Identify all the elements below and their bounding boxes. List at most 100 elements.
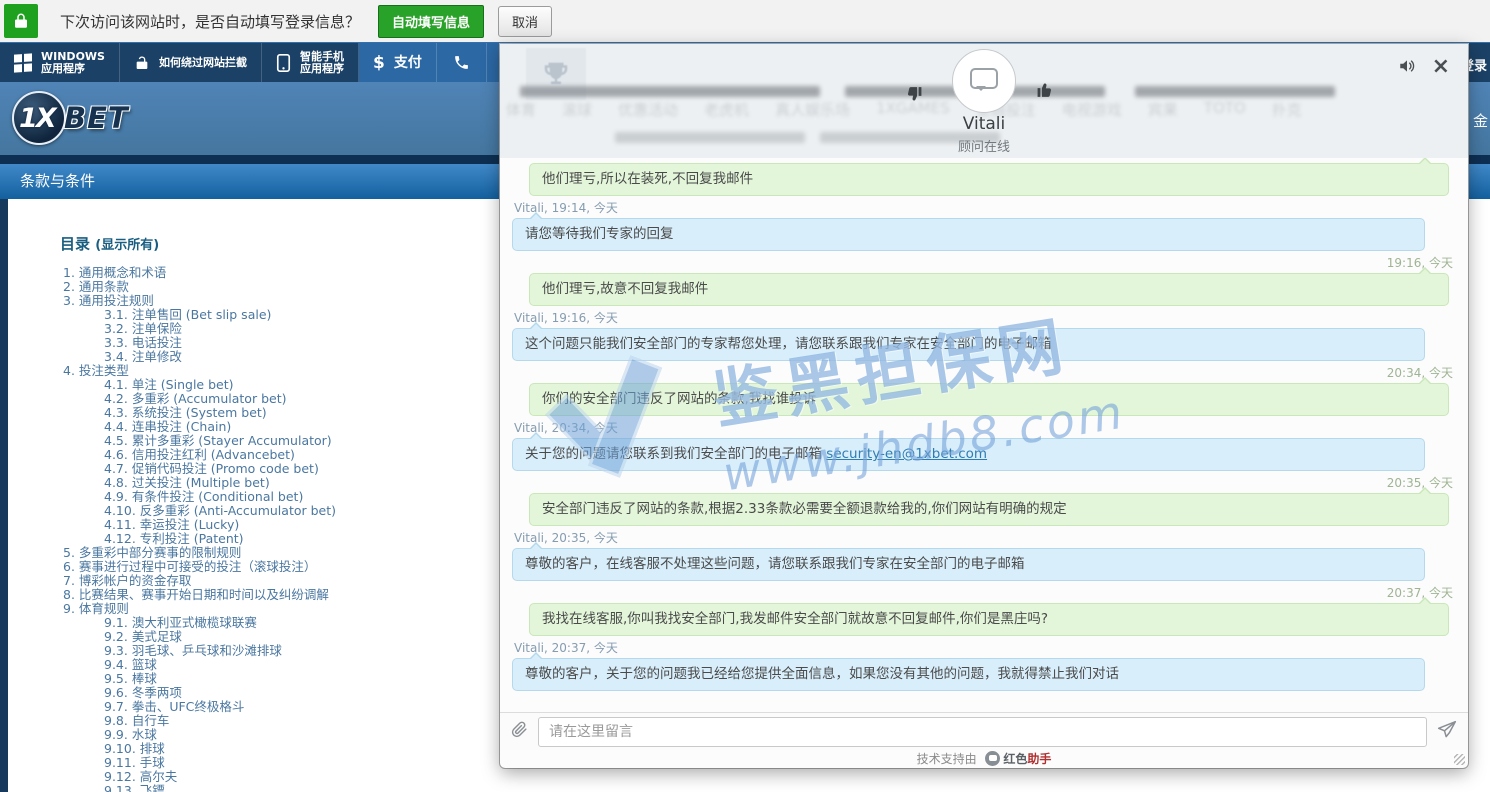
chat-message: 19:16, 今天 他们理亏,故意不回复我邮件 [512,256,1455,306]
lock-icon [4,4,38,38]
toolbar-item-bypass-block[interactable]: 如何绕过网站拦截 [120,43,262,82]
phone-icon [453,54,470,71]
toolbar-item-windows-apps[interactable]: WINDOWS应用程序 [0,43,120,82]
toc-link[interactable]: 9.9. 水球 [63,728,500,742]
toc-list: 1. 通用概念和术语 2. 通用条款 3. 通用投注规则 3.1. 注单售回 (… [63,266,500,792]
toc-link[interactable]: 4.1. 单注 (Single bet) [63,378,500,392]
toc-link[interactable]: 4.3. 系统投注 (System bet) [63,406,500,420]
toc-link[interactable]: 4.7. 促销代码投注 (Promo code bet) [63,462,500,476]
chat-message: 20:35, 今天 安全部门违反了网站的条款,根据2.33条款必需要全额退款给我… [512,476,1455,526]
brand-name-gray[interactable]: 红色 [1003,752,1027,766]
toc-link[interactable]: 9.8. 自行车 [63,714,500,728]
thumbs-up-icon[interactable] [1036,81,1055,104]
toc-link[interactable]: 9.12. 高尔夫 [63,770,500,784]
attach-file-icon[interactable] [511,720,528,743]
toc-link[interactable]: 9.4. 篮球 [63,658,500,672]
toc-link[interactable]: 9.2. 美式足球 [63,630,500,644]
toc-heading-text: 目录 [60,235,90,253]
toolbar-label: 应用程序 [300,63,344,75]
agent-name: Vitali [500,114,1468,134]
message-timestamp: 20:37, 今天 [514,586,1453,600]
cancel-button[interactable]: 取消 [498,6,552,37]
security-email-link[interactable]: security-en@1xbet.com [826,446,987,462]
toolbar-label: WINDOWS [41,51,105,63]
toc-link[interactable]: 6. 赛事进行过程中可接受的投注（滚球投注） [63,560,500,574]
toc-link[interactable]: 3.3. 电话投注 [63,336,500,350]
chat-message: Vitali, 20:37, 今天 尊敬的客户，关于您的问题我已经给您提供全面信… [512,641,1455,691]
left-page-rail [0,164,8,792]
toolbar-item-mobile-apps[interactable]: 智能手机应用程序 [262,43,359,82]
thumbs-down-icon[interactable] [904,84,923,107]
toc-link[interactable]: 9.10. 排球 [63,742,500,756]
toc-link[interactable]: 2. 通用条款 [63,280,500,294]
toc-show-all-link[interactable]: (显示所有) [95,238,159,253]
toc-link[interactable]: 4.9. 有条件投注 (Conditional bet) [63,490,500,504]
message-bubble: 我找在线客服,你叫我找安全部门,我发邮件安全部门就故意不回复邮件,你们是黑庄吗? [529,603,1449,636]
toolbar-item-payments[interactable]: $ 支付 [359,43,437,82]
close-icon[interactable]: × [1432,57,1450,77]
windows-icon [14,53,32,72]
message-timestamp: Vitali, 20:34, 今天 [514,421,1453,435]
1xbet-logo[interactable]: BET 1X [12,91,162,147]
sound-toggle-icon[interactable] [1398,57,1416,79]
toc-link[interactable]: 4.10. 反多重彩 (Anti-Accumulator bet) [63,504,500,518]
message-text: 他们理亏,故意不回复我邮件 [542,281,708,297]
send-message-icon[interactable] [1437,720,1457,744]
toc-link[interactable]: 9.1. 澳大利亚式橄榄球联赛 [63,616,500,630]
chat-message-list: 他们理亏,所以在装死,不回复我邮件 Vitali, 19:14, 今天 请您等待… [500,158,1468,712]
brand-name-red[interactable]: 助手 [1027,752,1051,766]
terms-toc-panel: 目录 (显示所有) 1. 通用概念和术语 2. 通用条款 3. 通用投注规则 3… [8,200,500,792]
toc-link[interactable]: 1. 通用概念和术语 [63,266,500,280]
toc-link[interactable]: 3. 通用投注规则 [63,294,500,308]
toolbar-label: 智能手机 [300,51,344,63]
toc-link[interactable]: 9.13. 飞镖 [63,784,500,792]
message-bubble: 尊敬的客户，关于您的问题我已经给您提供全面信息，如果您没有其他的问题，我就得禁止… [512,658,1425,691]
message-bubble: 尊敬的客户，在线客服不处理这些问题，请您联系跟我们专家在安全部门的电子邮箱 [512,548,1425,581]
toc-link[interactable]: 3.1. 注单售回 (Bet slip sale) [63,308,500,322]
message-text: 他们理亏,所以在装死,不回复我邮件 [542,171,753,187]
toc-link[interactable]: 9.7. 拳击、UFC终极格斗 [63,700,500,714]
logo-text-bet: BET [64,101,129,135]
toc-link[interactable]: 4.5. 累计多重彩 (Stayer Accumulator) [63,434,500,448]
message-input[interactable] [538,717,1427,747]
message-timestamp: 19:16, 今天 [514,256,1453,270]
message-timestamp: 20:35, 今天 [514,476,1453,490]
toc-link[interactable]: 8. 比赛结果、赛事开始日期和时间以及纠纷调解 [63,588,500,602]
toc-link[interactable]: 3.2. 注单保险 [63,322,500,336]
toc-link[interactable]: 4.12. 专利投注 (Patent) [63,532,500,546]
agent-avatar [952,49,1016,113]
toc-link[interactable]: 9.5. 棒球 [63,672,500,686]
chat-bubble-icon [970,68,998,89]
toc-link[interactable]: 7. 博彩帐户的资金存取 [63,574,500,588]
chat-message: 20:34, 今天 你们的安全部门违反了网站的条款,我找谁投诉 [512,366,1455,416]
toc-link[interactable]: 9.3. 羽毛球、乒乓球和沙滩排球 [63,644,500,658]
band-partial-text: 金 [1473,110,1488,131]
toc-link[interactable]: 4.2. 多重彩 (Accumulator bet) [63,392,500,406]
resize-handle[interactable] [1454,754,1465,765]
notification-message: 下次访问该网站时，是否自动填写登录信息？ [60,11,360,32]
autofill-button[interactable]: 自动填写信息 [378,5,484,38]
blurred-text [520,86,820,97]
smartphone-icon [276,54,291,72]
toc-link[interactable]: 4.6. 信用投注红利 (Advancebet) [63,448,500,462]
chat-message: 他们理亏,所以在装死,不回复我邮件 [512,163,1455,196]
toc-link[interactable]: 9.6. 冬季两项 [63,686,500,700]
toc-link[interactable]: 9.11. 手球 [63,756,500,770]
toc-heading: 目录 (显示所有) [60,233,500,254]
message-text: 关于您的问题请您联系到我们安全部门的电子邮箱 [525,446,826,462]
toc-link[interactable]: 4.4. 连串投注 (Chain) [63,420,500,434]
message-text: 这个问题只能我们安全部门的专家帮您处理，请您联系跟我们专家在安全部门的电子邮箱 [525,336,1052,352]
toolbar-item-phone[interactable] [437,43,487,82]
chat-message: Vitali, 19:14, 今天 请您等待我们专家的回复 [512,201,1455,251]
toc-link[interactable]: 4. 投注类型 [63,364,500,378]
toc-link[interactable]: 9. 体育规则 [63,602,500,616]
blurred-text [1135,86,1335,97]
dollar-icon: $ [373,57,385,69]
toc-link[interactable]: 3.4. 注单修改 [63,350,500,364]
message-text: 我找在线客服,你叫我找安全部门,我发邮件安全部门就故意不回复邮件,你们是黑庄吗? [542,611,1048,627]
toc-link[interactable]: 5. 多重彩中部分赛事的限制规则 [63,546,500,560]
message-text: 尊敬的客户，在线客服不处理这些问题，请您联系跟我们专家在安全部门的电子邮箱 [525,556,1025,572]
toc-link[interactable]: 4.8. 过关投注 (Multiple bet) [63,476,500,490]
message-bubble: 他们理亏,故意不回复我邮件 [529,273,1449,306]
toc-link[interactable]: 4.11. 幸运投注 (Lucky) [63,518,500,532]
